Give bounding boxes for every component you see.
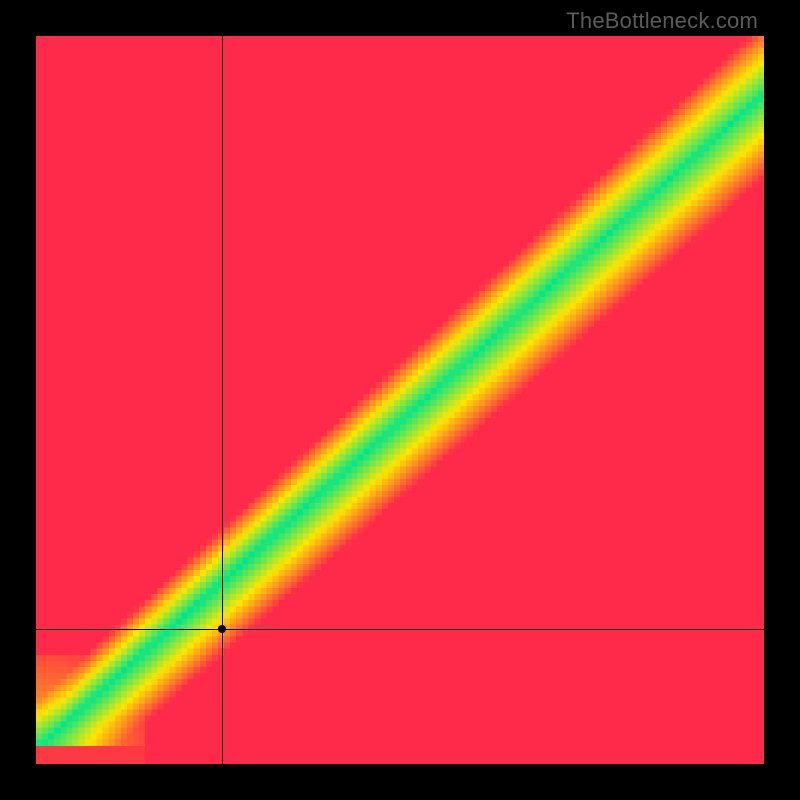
heatmap-plot	[36, 36, 764, 764]
crosshair-horizontal	[36, 629, 764, 630]
watermark-label: TheBottleneck.com	[566, 8, 758, 34]
heatmap-canvas	[36, 36, 764, 764]
crosshair-vertical	[222, 36, 223, 764]
chart-frame: TheBottleneck.com	[0, 0, 800, 800]
marker-dot	[218, 625, 226, 633]
